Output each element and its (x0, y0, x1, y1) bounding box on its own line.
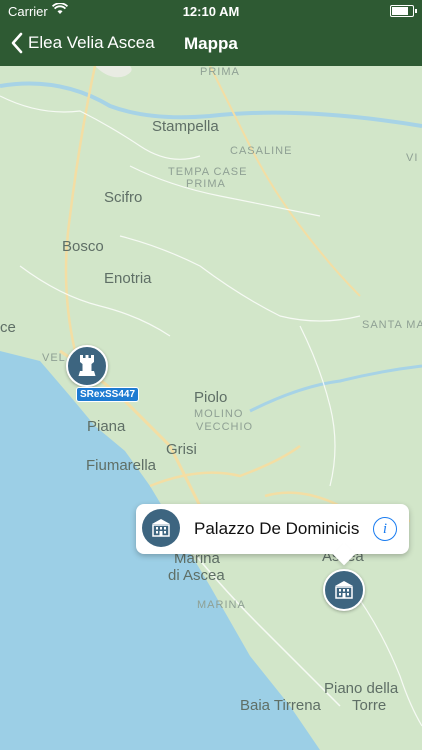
map-label: MARINA (197, 599, 246, 611)
map-label: VECCHIO (196, 421, 254, 433)
map-label: PRIMA (186, 178, 226, 190)
building-icon (335, 581, 353, 599)
road-badge: SRexSS447 (76, 387, 140, 402)
map-label: PRIMA (200, 66, 240, 78)
page-title: Mappa (184, 34, 238, 53)
map-label: Piano della (324, 680, 399, 697)
battery-fill (392, 7, 408, 15)
navigation-bar: Elea Velia Ascea Mappa (0, 22, 422, 66)
map-label: VEL (42, 352, 66, 364)
status-bar: Carrier 12:10 AM (0, 0, 422, 22)
map-label: Enotria (104, 270, 152, 287)
map-label: Fiumarella (86, 457, 157, 474)
callout-building-icon (142, 509, 180, 547)
map-label: Bosco (62, 238, 104, 255)
battery-icon (390, 5, 417, 17)
palazzo-marker[interactable] (323, 569, 365, 611)
status-time: 12:10 AM (182, 4, 240, 19)
map-label: Torre (352, 697, 387, 714)
chevron-left-icon (11, 32, 23, 54)
back-button[interactable]: Elea Velia Ascea (10, 32, 155, 54)
map-label: SANTA MA (362, 319, 422, 331)
map-label: Piolo (194, 389, 228, 406)
castle-marker[interactable] (66, 345, 108, 387)
map-label: Scifro (104, 189, 143, 206)
callout-title: Palazzo De Dominicis (194, 519, 360, 538)
map-label: TEMPA CASE (168, 166, 248, 178)
back-button-label: Elea Velia Ascea (28, 33, 155, 52)
castle-icon (78, 355, 96, 376)
map-label: CASALINE (230, 145, 293, 157)
building-icon (152, 519, 170, 537)
map-view[interactable]: PRIMA Stampella CASALINE TEMPA CASE PRIM… (0, 66, 422, 750)
map-label: VI (406, 152, 419, 164)
map-label: ce (0, 319, 16, 336)
map-label: Piana (87, 418, 126, 435)
place-callout[interactable]: Palazzo De Dominicis i (136, 504, 409, 566)
map-label: Stampella (152, 118, 219, 135)
map-label: di Ascea (168, 567, 225, 584)
map-label: MOLINO (194, 408, 244, 420)
map-label: Grisi (166, 441, 197, 458)
map-label: Baia Tirrena (240, 697, 321, 714)
info-icon[interactable]: i (373, 517, 397, 541)
